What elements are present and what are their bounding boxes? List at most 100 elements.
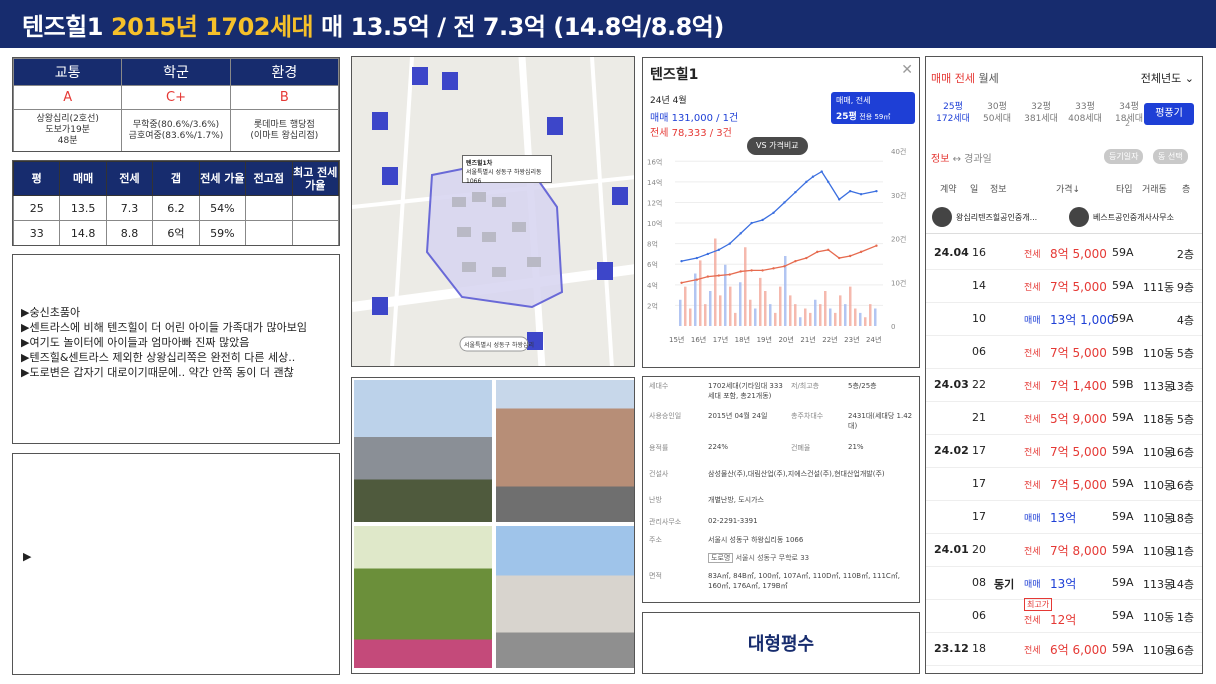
trade-month: 24.03 [934, 378, 969, 391]
x-tick-label: 20년 [778, 335, 793, 344]
data-point [848, 254, 852, 258]
trade-row[interactable]: 24.04 16 전세 8억 5,000 59A 2층 [926, 235, 1202, 270]
trade-kind: 전세 [1024, 448, 1041, 458]
note-line: ▶여기도 놀이터에 아이들과 엄마아빠 진짜 많았음 [21, 336, 250, 349]
trade-row[interactable]: 08 동기 매매 13억 59A 113동 14층 [926, 565, 1202, 600]
agents-row: 왕십리텐즈힐공인중개... 베스트공인중개사사무소 [926, 202, 1202, 234]
size-tab[interactable]: 33평 408세대 [1063, 101, 1107, 125]
info-row: 난방 개별난방, 도시가스 [643, 495, 919, 519]
info-key: 건설사 [649, 470, 669, 478]
x-tick-label: 23년 [844, 335, 859, 344]
info-value: 1702세대(기타임대 333세대 포함, 총21개동) [708, 382, 783, 400]
trade-floor: 13층 [1169, 380, 1194, 393]
agent-name-1[interactable]: 왕십리텐즈힐공인중개... [956, 212, 1037, 223]
trade-day: 16 [972, 246, 986, 259]
grade-env: B [229, 85, 339, 110]
trade-row[interactable]: 17 매매 13억 59A 110동 18층 [926, 499, 1202, 534]
trade-row[interactable]: 24.02 17 전세 7억 5,000 59A 110동 16층 [926, 433, 1202, 468]
trade-kind: 매매 [1024, 580, 1041, 590]
size-tab[interactable]: 32평 381세대 [1019, 101, 1063, 125]
trade-month: 24.04 [934, 246, 969, 259]
trade-row[interactable]: 24.03 22 전세 7억 1,400 59B 113동 13층 [926, 367, 1202, 402]
volume-bar [744, 247, 747, 326]
volume-bar [719, 295, 722, 326]
volume-bar [764, 291, 767, 326]
elapsed-toggle[interactable]: ↔ 경과일 [953, 154, 992, 165]
type-toggle-button[interactable]: 매매, 전세 25평 전용 59㎡ [831, 92, 915, 124]
data-point [695, 278, 699, 281]
map-footer-label: 서울특별시 성동구 하왕십리 [464, 342, 535, 349]
price-table: 평 매매 전세 갭 전세 가율 전고점 최고 전세가율 25 13.5 7.3 … [12, 160, 340, 246]
trade-dong: 110동 [1143, 347, 1175, 360]
trade-row[interactable]: 24.01 20 전세 7억 8,000 59A 110동 11층 [926, 532, 1202, 567]
trade-row[interactable]: 06 최고가 전세 12억 59A 110동 1층 [926, 598, 1202, 633]
col-header[interactable]: 정보 [990, 182, 1007, 195]
trade-day: 17 [972, 477, 986, 490]
avatar [932, 207, 952, 227]
info-row: 사용승인일 2015년 04월 24일 총주차대수 2431대(세대당 1.42… [643, 411, 919, 435]
info-value: 2015년 04월 24일 [708, 412, 768, 420]
note-line: ▶도로변은 갑자기 대로이기때문에.. 약간 안쪽 동이 더 괜찮 [21, 366, 294, 379]
data-point [875, 244, 878, 247]
trade-type: 59A [1112, 411, 1134, 424]
close-icon[interactable]: ✕ [901, 62, 913, 78]
info-key: 관리사무소 [649, 518, 682, 526]
tab-monthly[interactable]: 월세 [979, 72, 999, 85]
trade-type: 59B [1112, 345, 1134, 358]
info-key: 난방 [649, 496, 662, 504]
col-header[interactable]: 층 [1182, 182, 1190, 195]
data-point [772, 211, 775, 214]
col-header[interactable]: 거래동 [1142, 182, 1167, 195]
x-tick-label: 16년 [691, 335, 706, 344]
col-header[interactable]: 가격↓ [1056, 182, 1080, 195]
map-callout[interactable]: 텐즈힐1차 서울특별시 성동구 하왕십리동 1066 [462, 155, 552, 185]
trade-row[interactable]: 17 전세 7억 5,000 59A 110동 16층 [926, 466, 1202, 501]
y2-tick-label: 30건 [891, 191, 906, 200]
data-point [805, 180, 808, 184]
col-pyeong: 평 [13, 161, 61, 196]
info-value-2: 5층/25층 [848, 382, 877, 390]
trade-kind: 전세 [1024, 250, 1041, 260]
trade-row[interactable]: 14 전세 7억 5,000 59A 111동 9층 [926, 268, 1202, 303]
chart-svg: 16억 14억 12억 10억 8억 6억 4억 2억 40건 30건 20건 10건 0 15년 16년 1… [647, 147, 906, 344]
x-tick-label: 22년 [822, 335, 837, 344]
data-point [717, 248, 720, 252]
info-row: 세대수 1702세대(기타임대 333세대 포함, 총21개동) 저/최고층 5… [643, 381, 919, 405]
trade-badge: 최고가 [1024, 598, 1053, 611]
year-filter-dropdown[interactable]: 전체년도 ⌄ [1141, 70, 1194, 86]
volume-bar [844, 304, 847, 326]
trade-row[interactable]: 23.12 18 전세 6억 6,000 59A 110동 16층 [926, 631, 1202, 666]
data-point [783, 265, 786, 268]
col-header[interactable]: 계약 [940, 182, 957, 195]
road-addr-value: 서울시 성동구 무학로 33 [735, 554, 810, 562]
floor-plan-button[interactable]: 평풍기 [1144, 103, 1194, 125]
note-line: ▶ [23, 550, 32, 563]
trade-row[interactable]: 21 전세 5억 9,000 59A 118동 5층 [926, 400, 1202, 435]
reg-date-chip[interactable]: 등기일자 [1104, 149, 1144, 164]
map-view[interactable]: 텐즈힐1차 서울특별시 성동구 하왕십리동 1066 서울특별시 성동구 하왕십… [351, 56, 635, 367]
grade-transport: A [13, 85, 123, 110]
chevron-down-icon: ⌄ [1184, 72, 1194, 85]
agent-name-2[interactable]: 베스트공인중개사사무소 [1093, 212, 1174, 223]
complex-info: 세대수 1702세대(기타임대 333세대 포함, 총21개동) 저/최고층 5… [642, 376, 920, 603]
info-value: 02-2291-3391 [708, 517, 758, 525]
tab-sale[interactable]: 매매 [931, 72, 951, 85]
col-header[interactable]: 타입 [1116, 182, 1133, 195]
volume-bar [824, 291, 827, 326]
tab-jeonse[interactable]: 전세 [955, 72, 975, 85]
trade-day: 06 [972, 609, 986, 622]
volume-bar [774, 312, 777, 326]
size-tab[interactable]: 30평 50세대 [975, 101, 1019, 125]
col-header[interactable]: 일 [970, 182, 978, 195]
data-point [761, 218, 764, 222]
trade-floor: 16층 [1169, 644, 1194, 657]
note-line: ▶센트라스에 비해 텐즈힐이 더 어린 아이들 가족대가 많아보임 [21, 321, 307, 334]
size-tab[interactable]: 25평 172세대 [931, 101, 975, 125]
trade-type: 59A [1112, 279, 1134, 292]
trade-row[interactable]: 06 전세 7억 5,000 59B 110동 5층 [926, 334, 1202, 369]
data-point [695, 256, 699, 260]
trade-row[interactable]: 10 매매 13억 1,000 59A 4층 [926, 301, 1202, 336]
y-tick-label: 10억 [647, 220, 662, 228]
dong-select-chip[interactable]: 동 선택 [1153, 149, 1188, 164]
trade-price: 7억 1,400 [1050, 379, 1107, 393]
